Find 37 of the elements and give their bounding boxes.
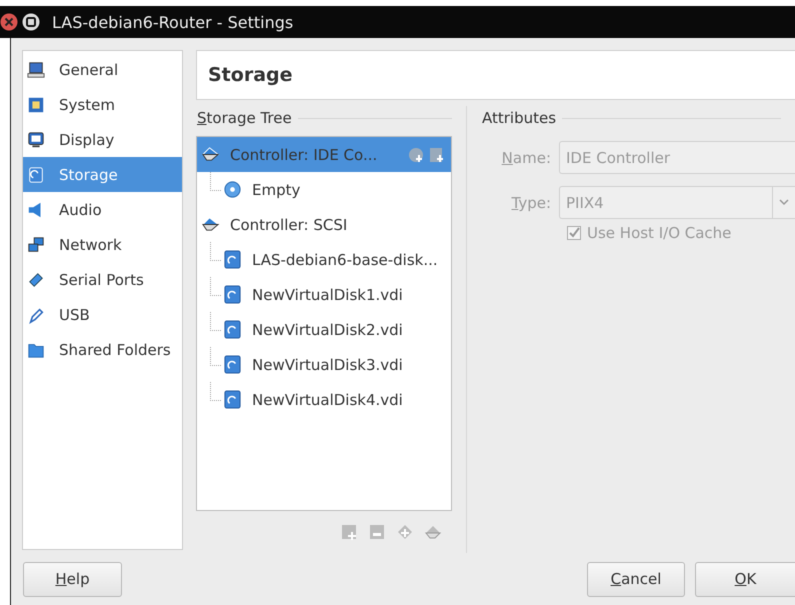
page-title: Storage xyxy=(208,64,292,86)
sidebar-item[interactable]: Audio xyxy=(23,192,182,227)
section-label: Attributes xyxy=(482,109,556,127)
disc-icon xyxy=(223,180,242,199)
dialog-button[interactable]: OK xyxy=(695,562,795,596)
help-button[interactable]: Help xyxy=(23,562,122,596)
tree-item[interactable]: NewVirtualDisk2.vdi xyxy=(197,312,451,347)
checkbox-label: Use Host I/O Cache xyxy=(587,224,732,242)
tree-item[interactable]: Controller: SCSI xyxy=(197,207,451,242)
section-label: Storage Tree xyxy=(197,109,292,127)
network-icon xyxy=(27,236,45,254)
remove-controller-icon[interactable] xyxy=(424,523,442,541)
sidebar-item[interactable]: Network xyxy=(23,227,182,262)
close-icon xyxy=(0,13,18,31)
sidebar-item[interactable]: General xyxy=(23,52,182,87)
sidebar-item[interactable]: Display xyxy=(23,122,182,157)
caret-icon xyxy=(779,199,789,206)
tree-item[interactable]: Controller: IDE Co... xyxy=(197,137,451,172)
window-button-icon xyxy=(22,13,40,31)
tree-item[interactable]: NewVirtualDisk4.vdi xyxy=(197,382,451,417)
sidebar-item[interactable]: USB xyxy=(23,297,182,332)
laptop-icon xyxy=(27,60,45,78)
tree-item[interactable]: LAS-debian6-base-disk... xyxy=(197,242,451,277)
window-title: LAS-debian6-Router - Settings xyxy=(52,12,294,32)
field-label: Name: xyxy=(500,148,552,166)
field-label: Type: xyxy=(510,194,552,212)
add-controller-icon[interactable] xyxy=(396,523,414,541)
add-disc-icon xyxy=(408,146,424,162)
sidebar-item[interactable]: System xyxy=(23,87,182,122)
tree-item[interactable]: NewVirtualDisk1.vdi xyxy=(197,277,451,312)
sidebar-item[interactable]: Shared Folders xyxy=(23,332,182,367)
monitor-icon xyxy=(27,130,45,148)
dialog-button[interactable]: Cancel xyxy=(587,562,685,596)
chip-icon xyxy=(27,96,45,114)
sidebar-item[interactable]: Serial Ports xyxy=(23,262,182,297)
tree-item[interactable]: NewVirtualDisk3.vdi xyxy=(197,347,451,382)
tree-item[interactable]: Empty xyxy=(197,172,451,207)
